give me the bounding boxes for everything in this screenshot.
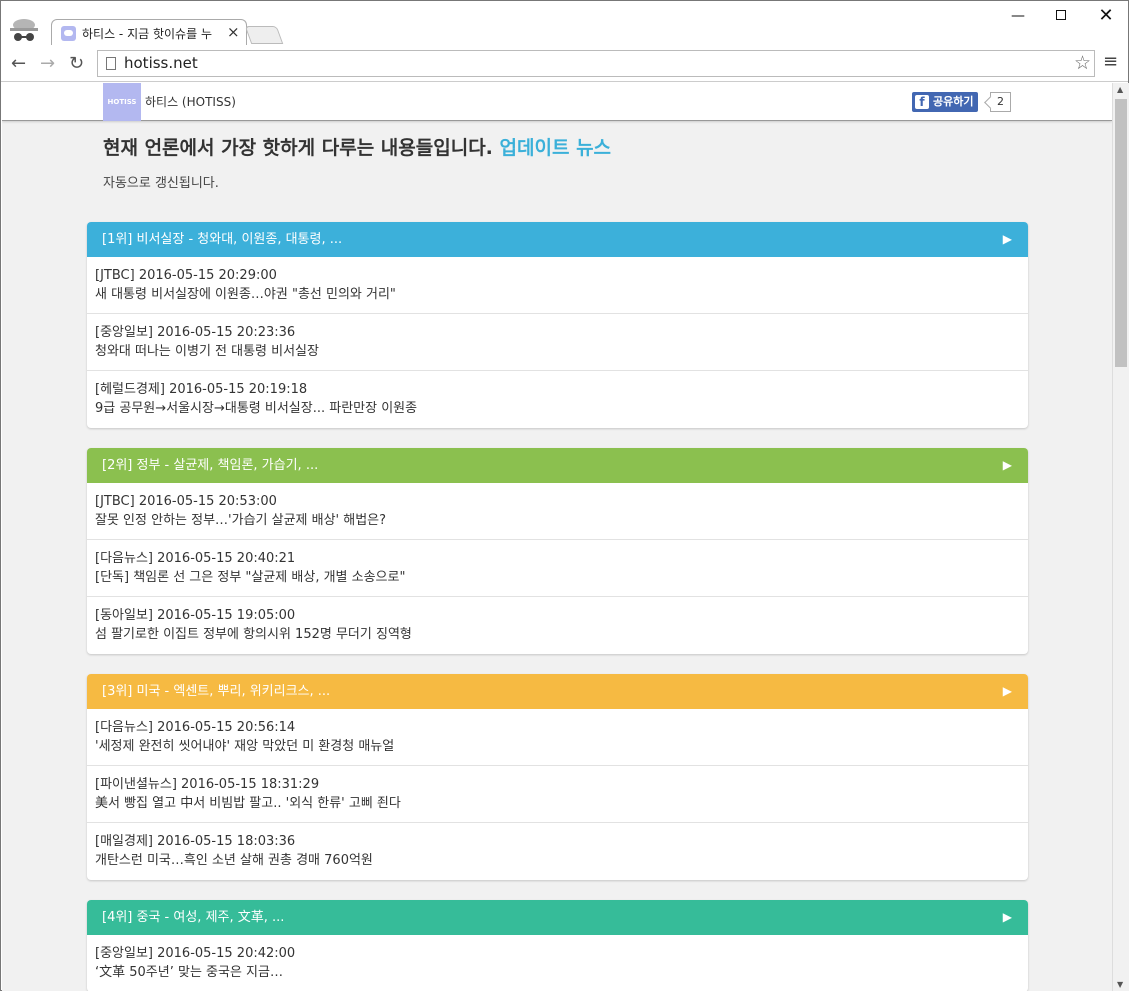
browser-tab[interactable]: 하티스 - 지금 핫이슈를 누 × [51,19,247,46]
news-meta: [다음뉴스] 2016-05-15 20:56:14 [95,720,296,735]
vertical-scrollbar[interactable]: ▲ ▼ [1112,83,1129,991]
scrollbar-thumb[interactable] [1115,99,1127,367]
bookmark-star-icon[interactable]: ☆ [1074,52,1091,74]
news-item[interactable]: [JTBC] 2016-05-15 20:53:00 잘못 인정 안하는 정부…… [87,483,1028,540]
page-viewport: HOTISS 하티스 (HOTISS) f 공유하기 2 현재 언론에서 가장 … [2,83,1112,991]
news-item[interactable]: [동아일보] 2016-05-15 19:05:00 섬 팔기로한 이집트 정부… [87,597,1028,654]
scroll-down-arrow-icon[interactable]: ▼ [1117,980,1123,989]
news-title[interactable]: 9급 공무원→서울시장→대통령 비서실장... 파란만장 이원종 [95,399,1020,418]
play-arrow-icon[interactable]: ▶ [1003,900,1012,935]
news-meta: [JTBC] 2016-05-15 20:29:00 [95,268,277,283]
ranking-card: [2위] 정부 - 살균제, 책임론, 가습기, ... ▶ [JTBC] 20… [87,448,1028,654]
title-bar: 하티스 - 지금 핫이슈를 누 × — ✕ [1,1,1128,46]
card-title: [3위] 미국 - 엑센트, 뿌리, 위키리크스, ... [102,684,331,699]
minimize-button[interactable]: — [998,5,1038,27]
news-title[interactable]: 美서 빵집 열고 中서 비빔밥 팔고.. '외식 한류' 고삐 죈다 [95,794,1020,813]
ranking-card: [1위] 비서실장 - 청와대, 이원종, 대통령, ... ▶ [JTBC] … [87,222,1028,428]
play-arrow-icon[interactable]: ▶ [1003,674,1012,709]
news-item[interactable]: [매일경제] 2016-05-15 18:03:36 개탄스런 미국…흑인 소년… [87,823,1028,880]
news-item[interactable]: [헤럴드경제] 2016-05-15 20:19:18 9급 공무원→서울시장→… [87,371,1028,428]
news-meta: [매일경제] 2016-05-15 18:03:36 [95,834,296,849]
back-button[interactable]: ← [11,53,26,74]
facebook-share-button[interactable]: f 공유하기 [912,92,979,112]
site-favicon-icon [61,26,76,41]
facebook-share-label: 공유하기 [933,95,974,108]
ranking-list: [1위] 비서실장 - 청와대, 이원종, 대통령, ... ▶ [JTBC] … [87,222,1028,991]
news-item[interactable]: [JTBC] 2016-05-15 20:29:00 새 대통령 비서실장에 이… [87,257,1028,314]
facebook-icon: f [915,95,929,109]
news-meta: [다음뉴스] 2016-05-15 20:40:21 [95,551,296,566]
news-meta: [중앙일보] 2016-05-15 20:23:36 [95,325,296,340]
card-title: [2위] 정부 - 살균제, 책임론, 가습기, ... [102,458,319,473]
card-header[interactable]: [4위] 중국 - 여성, 제주, 文革, ... ▶ [87,900,1028,935]
play-arrow-icon[interactable]: ▶ [1003,222,1012,257]
news-title[interactable]: '세정제 완전히 씻어내야' 재앙 막았던 미 환경청 매뉴얼 [95,737,1020,756]
site-logo[interactable]: HOTISS [103,83,141,121]
update-news-link[interactable]: 업데이트 뉴스 [500,137,612,159]
news-title[interactable]: [단독] 책임론 선 그은 정부 "살균제 배상, 개별 소송으로" [95,568,1020,587]
browser-window: 하티스 - 지금 핫이슈를 누 × — ✕ ← → ↻ hotiss.net ☆… [0,0,1129,991]
close-window-button[interactable]: ✕ [1086,5,1126,27]
news-title[interactable]: 개탄스런 미국…흑인 소년 살해 권총 경매 760억원 [95,851,1020,870]
tab-close-icon[interactable]: × [227,23,240,41]
maximize-button[interactable] [1041,5,1081,27]
site-header: HOTISS 하티스 (HOTISS) f 공유하기 2 [2,83,1112,121]
news-title[interactable]: 섬 팔기로한 이집트 정부에 항의시위 152명 무더기 징역형 [95,625,1020,644]
incognito-icon [10,19,38,41]
headline-text: 현재 언론에서 가장 핫하게 다루는 내용들입니다. [103,137,493,159]
news-item[interactable]: [파이낸셜뉴스] 2016-05-15 18:31:29 美서 빵집 열고 中서… [87,766,1028,823]
news-title[interactable]: 청와대 떠나는 이병기 전 대통령 비서실장 [95,342,1020,361]
page-subtitle: 자동으로 갱신됩니다. [103,176,219,191]
new-tab-button[interactable] [244,26,284,44]
news-title[interactable]: 잘못 인정 안하는 정부…'가습기 살균제 배상' 해법은? [95,511,1020,530]
scroll-up-arrow-icon[interactable]: ▲ [1117,85,1123,94]
news-title[interactable]: ‘文革 50주년’ 맞는 중국은 지금… [95,963,1020,982]
browser-toolbar: ← → ↻ hotiss.net ☆ ≡ [1,45,1128,82]
news-meta: [파이낸셜뉴스] 2016-05-15 18:31:29 [95,777,320,792]
share-count-badge: 2 [990,92,1011,112]
page-title: 현재 언론에서 가장 핫하게 다루는 내용들입니다. 업데이트 뉴스 [103,133,611,160]
site-name: 하티스 (HOTISS) [145,95,236,109]
news-item[interactable]: [중앙일보] 2016-05-15 20:23:36 청와대 떠나는 이병기 전… [87,314,1028,371]
play-arrow-icon[interactable]: ▶ [1003,448,1012,483]
news-item[interactable]: [중앙일보] 2016-05-15 20:42:00 ‘文革 50주년’ 맞는 … [87,935,1028,991]
news-meta: [JTBC] 2016-05-15 20:53:00 [95,494,277,509]
maximize-icon [1056,10,1066,20]
address-bar[interactable]: hotiss.net ☆ [97,50,1095,77]
forward-button[interactable]: → [40,53,55,74]
news-item[interactable]: [다음뉴스] 2016-05-15 20:40:21 [단독] 책임론 선 그은… [87,540,1028,597]
news-title[interactable]: 새 대통령 비서실장에 이원종…야권 "총선 민의와 거리" [95,285,1020,304]
news-item[interactable]: [다음뉴스] 2016-05-15 20:56:14 '세정제 완전히 씻어내야… [87,709,1028,766]
card-header[interactable]: [3위] 미국 - 엑센트, 뿌리, 위키리크스, ... ▶ [87,674,1028,709]
browser-menu-icon[interactable]: ≡ [1103,51,1118,72]
url-text[interactable]: hotiss.net [124,54,198,72]
card-title: [1위] 비서실장 - 청와대, 이원종, 대통령, ... [102,232,343,247]
card-header[interactable]: [2위] 정부 - 살균제, 책임론, 가습기, ... ▶ [87,448,1028,483]
tab-title: 하티스 - 지금 핫이슈를 누 [82,27,212,41]
card-title: [4위] 중국 - 여성, 제주, 文革, ... [102,910,285,925]
ranking-card: [3위] 미국 - 엑센트, 뿌리, 위키리크스, ... ▶ [다음뉴스] 2… [87,674,1028,880]
ranking-card: [4위] 중국 - 여성, 제주, 文革, ... ▶ [중앙일보] 2016-… [87,900,1028,991]
page-icon [106,57,116,70]
news-meta: [헤럴드경제] 2016-05-15 20:19:18 [95,382,308,397]
reload-button[interactable]: ↻ [69,53,84,74]
card-header[interactable]: [1위] 비서실장 - 청와대, 이원종, 대통령, ... ▶ [87,222,1028,257]
news-meta: [동아일보] 2016-05-15 19:05:00 [95,608,296,623]
news-meta: [중앙일보] 2016-05-15 20:42:00 [95,946,296,961]
